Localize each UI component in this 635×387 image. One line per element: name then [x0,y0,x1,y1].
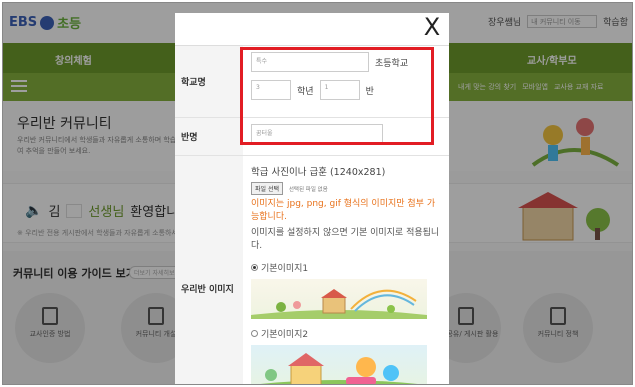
default-image-1-option[interactable]: 기본이미지1 [251,261,441,274]
grade-class-line: 3 학년 1 반 [251,80,441,100]
image-label: 우리반 이미지 [175,156,243,384]
school-fields: 특수 초등학교 3 학년 1 반 [243,46,449,117]
image-note: 이미지를 설정하지 않으면 기본 이미지로 적용됩니다. [251,228,440,251]
grade-unit: 학년 [297,86,314,97]
image-fields: 학급 사진이나 급훈 (1240x281) 파일 선택 선택된 파일 없음 이미… [243,156,449,384]
radio-unselected-icon[interactable] [251,330,258,337]
screenshot-frame: EBS 초등 장우쌤님 내 커뮤니티 이동 학습함 창의체험 교사/학부모 내게… [2,2,633,385]
campus-illustration-icon [251,289,427,319]
image-warning: 이미지는 jpg, png, gif 형식의 이미지만 첨부 가능합니다. [251,199,436,222]
file-status: 선택된 파일 없음 [288,187,328,193]
school-label: 학교명 [175,46,243,117]
file-select-button[interactable]: 파일 선택 [251,182,283,195]
classname-label: 반명 [175,118,243,155]
kids-school-illustration-icon [260,353,418,384]
classname-row: 반명 꿈터울 [175,118,449,156]
default-image-1-thumbnail[interactable] [251,279,427,319]
classname-field: 꿈터울 [243,118,449,155]
option-label: 기본이미지1 [261,264,309,274]
class-settings-modal: X 학교명 특수 초등학교 3 학년 1 반 반명 꿈터울 우리반 이미지 학급… [175,13,449,384]
option-label: 기본이미지2 [261,330,309,340]
radio-selected-icon[interactable] [251,264,258,271]
grade-input[interactable]: 3 [251,80,291,100]
image-title: 학급 사진이나 급훈 (1240x281) [251,167,386,178]
school-name-input[interactable]: 특수 [251,52,369,72]
default-image-2-thumbnail[interactable] [251,345,427,384]
class-number-input[interactable]: 1 [319,80,360,100]
class-unit: 반 [365,86,374,97]
modal-header: X [175,13,449,46]
close-icon[interactable]: X [419,15,445,41]
default-image-2-option[interactable]: 기본이미지2 [251,327,441,340]
image-row: 우리반 이미지 학급 사진이나 급훈 (1240x281) 파일 선택 선택된 … [175,156,449,384]
classname-input[interactable]: 꿈터울 [251,124,383,144]
school-row: 학교명 특수 초등학교 3 학년 1 반 [175,46,449,118]
school-suffix: 초등학교 [375,58,409,69]
school-name-line: 특수 초등학교 [251,52,441,72]
